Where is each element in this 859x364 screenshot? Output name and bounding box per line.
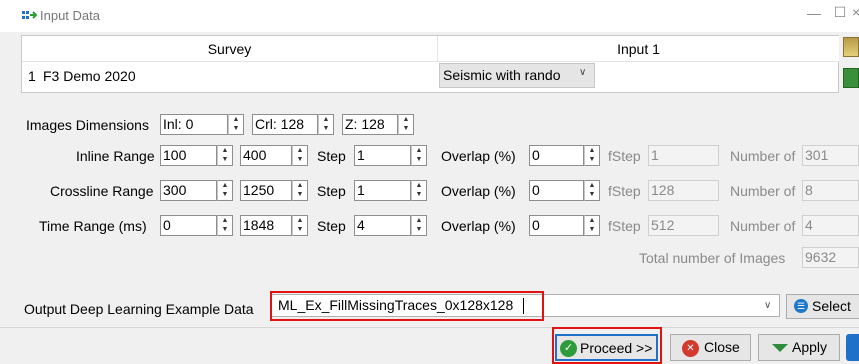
crossline-overlap-spin[interactable]: ▲ ▼: [584, 180, 600, 201]
crossline-overlap-label: Overlap (%): [441, 183, 516, 199]
crossline-start-spin[interactable]: ▲ ▼: [217, 180, 233, 201]
chevron-down-icon: ∨: [579, 67, 587, 78]
crl-dimension-field[interactable]: Crl: 128: [252, 114, 318, 135]
time-step-label: Step: [317, 218, 346, 234]
crossline-stop-spin[interactable]: ▲ ▼: [292, 180, 308, 201]
inline-range-label: Inline Range: [76, 148, 155, 164]
output-label: Output Deep Learning Example Data: [24, 301, 254, 317]
inline-fstep-field: 1: [648, 145, 719, 166]
window-close-button[interactable]: ×: [852, 4, 859, 24]
crossline-start-field[interactable]: 300: [160, 180, 217, 201]
total-images-field: 9632: [802, 247, 859, 268]
time-overlap-field[interactable]: 0: [529, 215, 584, 236]
inline-step-label: Step: [317, 148, 346, 164]
z-dimension-field[interactable]: Z: 128: [342, 114, 398, 135]
inl-dimension-field[interactable]: Inl: 0: [160, 114, 228, 135]
crossline-step-field[interactable]: 1: [354, 180, 411, 201]
x-circle-icon: ✕: [682, 340, 699, 357]
time-start-field[interactable]: 0: [160, 215, 217, 236]
total-images-label: Total number of Images: [639, 250, 786, 266]
down-triangle-icon: [772, 344, 788, 352]
help-icon[interactable]: [846, 334, 859, 361]
inline-overlap-spin[interactable]: ▲ ▼: [584, 145, 600, 166]
inl-spin-buttons[interactable]: ▲ ▼: [228, 114, 244, 135]
apply-button[interactable]: Apply: [758, 334, 840, 361]
crossline-number-label: Number of: [730, 183, 796, 199]
time-number-field: 4: [802, 215, 859, 236]
inline-step-field[interactable]: 1: [354, 145, 411, 166]
inline-overlap-label: Overlap (%): [441, 148, 516, 164]
save-icon[interactable]: [843, 68, 859, 88]
window-title: Input Data: [40, 8, 100, 23]
crossline-step-spin[interactable]: ▲ ▼: [411, 180, 427, 201]
time-start-spin[interactable]: ▲ ▼: [217, 215, 233, 236]
time-overlap-spin[interactable]: ▲ ▼: [584, 215, 600, 236]
maximize-button[interactable]: ☐: [828, 4, 852, 24]
check-circle-icon: ✓: [560, 340, 577, 357]
list-icon: ☰: [794, 299, 808, 313]
inline-number-label: Number of: [730, 148, 796, 164]
time-overlap-label: Overlap (%): [441, 218, 516, 234]
crl-spin-buttons[interactable]: ▲ ▼: [318, 114, 334, 135]
minimize-button[interactable]: —: [800, 5, 828, 25]
crossline-number-field: 8: [802, 180, 859, 201]
crossline-overlap-field[interactable]: 0: [529, 180, 584, 201]
crossline-step-label: Step: [317, 183, 346, 199]
input-select[interactable]: Seismic with rando: [439, 63, 595, 88]
chevron-down-icon[interactable]: ∨: [764, 300, 771, 311]
time-stop-field[interactable]: 1848: [240, 215, 292, 236]
column-header-input[interactable]: Input 1: [438, 36, 839, 62]
survey-name-cell[interactable]: F3 Demo 2020: [43, 68, 136, 84]
divider: [0, 327, 859, 328]
crossline-stop-field[interactable]: 1250: [240, 180, 292, 201]
inline-number-field: 301: [802, 145, 859, 166]
inline-start-field[interactable]: 100: [160, 145, 217, 166]
time-step-field[interactable]: 4: [354, 215, 411, 236]
z-spin-buttons[interactable]: ▲ ▼: [398, 114, 414, 135]
time-stop-spin[interactable]: ▲ ▼: [292, 215, 308, 236]
inline-stop-spin[interactable]: ▲ ▼: [292, 145, 308, 166]
inline-stop-field[interactable]: 400: [240, 145, 292, 166]
crossline-fstep-label: fStep: [608, 183, 641, 199]
title-bar: [0, 0, 859, 32]
time-fstep-label: fStep: [608, 218, 641, 234]
time-range-label: Time Range (ms): [39, 218, 147, 234]
crossline-range-label: Crossline Range: [50, 183, 154, 199]
column-header-survey[interactable]: Survey: [22, 36, 438, 62]
time-step-spin[interactable]: ▲ ▼: [411, 215, 427, 236]
time-fstep-field: 512: [648, 215, 719, 236]
survey-table: Survey Input 1 1 F3 Demo 2020 Seismic wi…: [21, 35, 839, 93]
image-dimensions-label: Images Dimensions: [26, 117, 149, 133]
highlight-box-output: [270, 291, 544, 321]
inline-step-spin[interactable]: ▲ ▼: [411, 145, 427, 166]
crossline-fstep-field: 128: [648, 180, 719, 201]
inline-fstep-label: fStep: [608, 148, 641, 164]
inline-overlap-field[interactable]: 0: [529, 145, 584, 166]
edit-icon[interactable]: [843, 37, 859, 57]
inline-start-spin[interactable]: ▲ ▼: [217, 145, 233, 166]
row-number: 1: [28, 68, 36, 84]
time-number-label: Number of: [730, 218, 796, 234]
app-icon: [22, 11, 38, 19]
